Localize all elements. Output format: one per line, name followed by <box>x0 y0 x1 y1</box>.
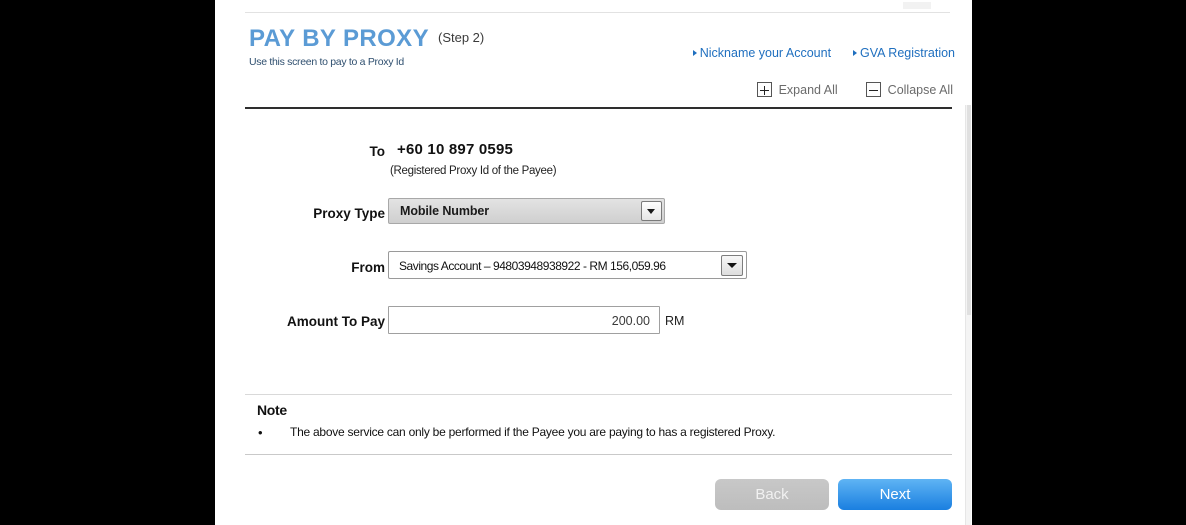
page-step-indicator: (Step 2) <box>438 30 485 45</box>
proxy-type-select[interactable]: Mobile Number <box>388 198 665 224</box>
amount-currency-unit: RM <box>665 314 685 328</box>
header-links: Nickname your Account GVA Registration <box>671 46 955 60</box>
expand-all-label: Expand All <box>778 82 838 97</box>
note-bottom-divider <box>245 454 952 455</box>
header-divider <box>245 107 952 109</box>
back-button[interactable]: Back <box>715 479 829 510</box>
to-label: To <box>369 144 386 159</box>
collapse-all-button[interactable]: Collapse All <box>865 82 953 97</box>
expand-all-button[interactable]: Expand All <box>756 82 838 97</box>
nickname-your-account-label: Nickname your Account <box>699 46 832 60</box>
from-account-select[interactable]: Savings Account – 94803948938922 - RM 15… <box>388 251 747 279</box>
minus-box-icon <box>865 82 881 97</box>
nickname-your-account-link[interactable]: Nickname your Account <box>692 46 832 60</box>
expand-collapse-row: Expand All Collapse All <box>729 82 953 97</box>
page-content-area: PAY BY PROXY (Step 2) Use this screen to … <box>215 0 972 525</box>
plus-box-icon <box>756 82 772 97</box>
top-divider <box>245 12 950 13</box>
amount-to-pay-input[interactable]: 200.00 <box>388 306 660 334</box>
gva-registration-label: GVA Registration <box>860 46 955 60</box>
proxy-type-value: Mobile Number <box>400 204 489 218</box>
proxy-type-label: Proxy Type <box>313 206 385 221</box>
collapse-all-label: Collapse All <box>887 82 953 97</box>
arrow-bullet-icon <box>692 50 697 56</box>
note-bullet-icon: • <box>258 425 263 440</box>
to-value: +60 10 897 0595 <box>397 141 514 158</box>
from-label: From <box>351 260 385 275</box>
next-button[interactable]: Next <box>838 479 952 510</box>
from-account-dropdown-button[interactable] <box>721 255 743 276</box>
screen-root: PAY BY PROXY (Step 2) Use this screen to … <box>0 0 1186 525</box>
title-row: PAY BY PROXY (Step 2) <box>249 25 484 53</box>
page-header: PAY BY PROXY (Step 2) Use this screen to … <box>245 25 955 103</box>
chevron-down-icon <box>727 263 737 268</box>
page-title: PAY BY PROXY <box>249 25 429 52</box>
note-heading: Note <box>257 402 287 418</box>
top-ghost-element <box>903 2 931 9</box>
amount-to-pay-value: 200.00 <box>611 314 650 328</box>
gva-registration-link[interactable]: GVA Registration <box>853 46 955 60</box>
note-top-divider <box>245 394 952 395</box>
vertical-scrollbar[interactable] <box>965 105 971 525</box>
to-hint: (Registered Proxy Id of the Payee) <box>390 165 557 177</box>
action-button-row: Back Next <box>245 479 952 511</box>
note-text: The above service can only be performed … <box>290 425 776 439</box>
amount-to-pay-label: Amount To Pay <box>286 314 385 329</box>
arrow-bullet-icon <box>853 50 858 56</box>
proxy-type-dropdown-button[interactable] <box>641 201 662 221</box>
from-account-value: Savings Account – 94803948938922 - RM 15… <box>399 259 666 273</box>
scrollbar-thumb[interactable] <box>967 105 971 315</box>
page-subtitle: Use this screen to pay to a Proxy Id <box>249 56 404 68</box>
chevron-down-icon <box>647 208 655 214</box>
